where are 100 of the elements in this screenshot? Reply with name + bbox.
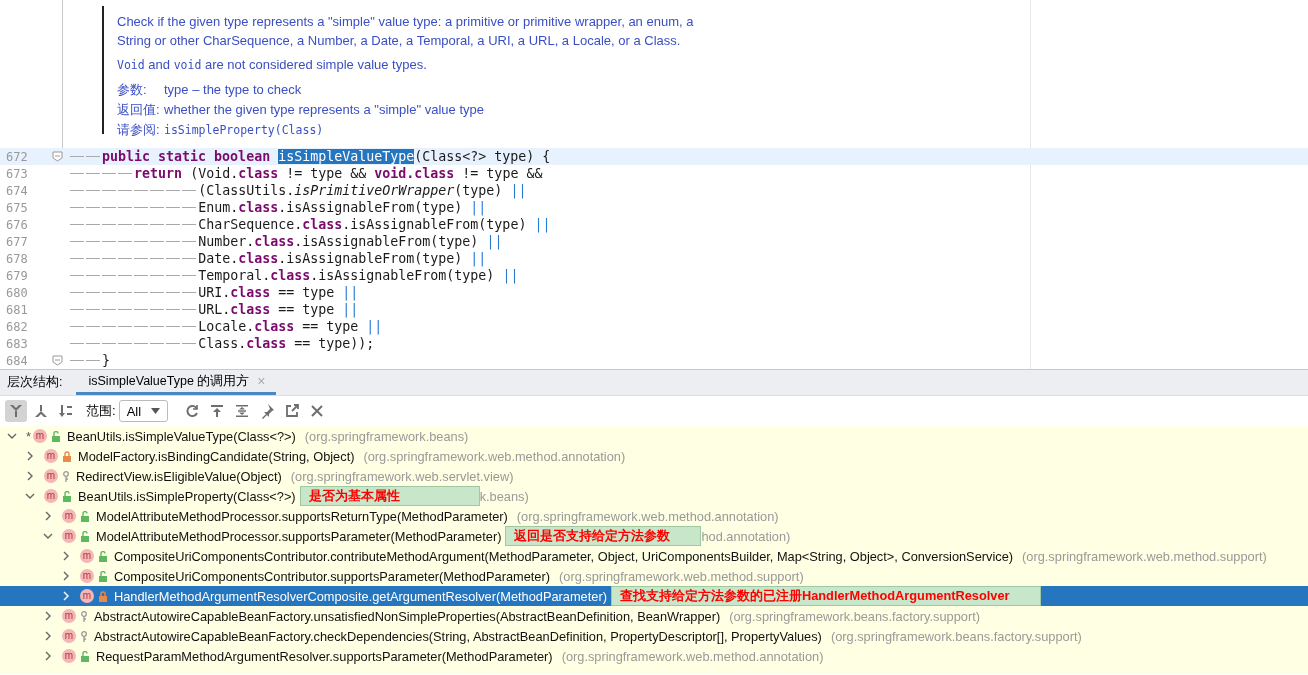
tree-row[interactable]: m HandlerMethodArgumentResolverComposite.getArgumentResolver(MethodParameter) 查找支持给定方法参数的已注册HandlerMethodArgumentResolver (0, 586, 1308, 606)
doc-tag-value: type – the type to check (164, 81, 302, 99)
doc-tag-label: 返回值: (117, 101, 161, 119)
method-name: CompositeUriComponentsContributor.contributeMethodArgument(MethodParameter, Object, UriComponentsBuilder, Map<String, Object>, ConversionService) (114, 548, 1014, 564)
method-icon: m (62, 629, 76, 643)
code-line: public static boolean isSimpleValueType(Class<?> type) { (102, 149, 551, 164)
scope-dropdown[interactable]: All (118, 400, 169, 422)
line-number: 677 (5, 234, 29, 249)
package-name: k.beans) (479, 488, 529, 504)
method-name: ModelAttributeMethodProcessor.supportsReturnType(MethodParameter) (96, 508, 508, 524)
line-number: 672 (5, 149, 29, 164)
tree-row[interactable]: m BeanUtils.isSimpleProperty(Class<?>) 是否为基本属性 k.beans) (0, 486, 1308, 506)
package-name: (org.springframework.web.servlet.view) (290, 468, 514, 484)
lock-icon (62, 450, 72, 462)
package-name: (org.springframework.beans.factory.support) (830, 628, 1082, 644)
panel-label: 层次结构: (6, 374, 64, 391)
tree-row[interactable]: m CompositeUriComponentsContributor.supportsParameter(MethodParameter) (org.springframework.web.method.support) (0, 566, 1308, 586)
method-icon: m (80, 569, 94, 583)
key-icon (62, 470, 70, 482)
method-icon: m (33, 429, 47, 443)
callee-hierarchy-button[interactable] (5, 400, 27, 422)
method-name: BeanUtils.isSimpleValueType(Class<?>) (67, 428, 296, 444)
package-name: (org.springframework.beans.factory.support) (729, 608, 980, 624)
code-line: Class.class == type)); (198, 336, 375, 351)
key-icon (80, 610, 88, 622)
code-line: Temporal.class.isAssignableFrom(type) || (198, 268, 519, 283)
method-icon: m (62, 509, 76, 523)
package-name: hod.annotation) (701, 528, 791, 544)
line-number: 683 (5, 336, 29, 351)
line-number: 682 (5, 319, 29, 334)
method-name: CompositeUriComponentsContributor.supportsParameter(MethodParameter) (114, 568, 550, 584)
method-name: AbstractAutowireCapableBeanFactory.unsatisfiedNonSimpleProperties(AbstractBeanDefinition, BeanWrapper) (94, 608, 721, 624)
doc-paragraph: Void and void are not considered simple value types. (117, 56, 428, 74)
line-number: 684 (5, 353, 29, 368)
doc-tag-label: 参数: (117, 81, 148, 99)
tree-row[interactable]: m RedirectView.isEligibleValue(Object) (org.springframework.web.servlet.view) (0, 466, 1308, 486)
method-icon: m (44, 449, 58, 463)
unlocked-icon (80, 530, 90, 542)
unlocked-icon (98, 570, 108, 582)
method-icon: m (62, 649, 76, 663)
doc-tag-value: whether the given type represents a "simple" value type (164, 101, 484, 119)
method-name: RequestParamMethodArgumentResolver.supportsParameter(MethodParameter) (96, 648, 553, 664)
tree-row[interactable]: m RequestParamMethodArgumentResolver.supportsParameter(MethodParameter) (org.springframework.web.method.annotation) (0, 646, 1308, 666)
method-name: RedirectView.isEligibleValue(Object) (76, 468, 282, 484)
annotation-note: 查找支持给定方法参数的已注册HandlerMethodArgumentResolver (610, 586, 1041, 606)
line-number: 680 (5, 285, 29, 300)
method-icon: m (44, 489, 58, 503)
tree-row[interactable]: m ModelAttributeMethodProcessor.supportsParameter(MethodParameter) 返回是否支持给定方法参数 hod.annotation) (0, 526, 1308, 546)
line-number: 681 (5, 302, 29, 317)
caret-icon (151, 408, 161, 414)
hierarchy-tab[interactable]: isSimpleValueType 的调用方 × (76, 370, 276, 395)
scope-label: 范围: (86, 402, 116, 420)
code-line: URL.class == type || (198, 302, 359, 317)
method-name: AbstractAutowireCapableBeanFactory.checkDependencies(String, AbstractBeanDefinition, PropertyDescriptor[], PropertyValues) (94, 628, 822, 644)
line-number: 678 (5, 251, 29, 266)
method-name: BeanUtils.isSimpleProperty(Class<?>) (78, 488, 296, 504)
method-name: ModelFactory.isBindingCandidate(String, Object) (78, 448, 355, 464)
method-icon: m (62, 529, 76, 543)
method-icon: m (62, 609, 76, 623)
line-number: 679 (5, 268, 29, 283)
package-name: (org.springframework.web.method.support) (1022, 548, 1267, 564)
code-line: Locale.class == type || (198, 319, 383, 334)
package-name: (org.springframework.beans) (304, 428, 469, 444)
line-number: 675 (5, 200, 29, 215)
tree-row[interactable]: m AbstractAutowireCapableBeanFactory.unsatisfiedNonSimpleProperties(AbstractBeanDefinition, BeanWrapper) (org.springframework.beans.factory.support) (0, 606, 1308, 626)
annotation-note: 是否为基本属性 (299, 486, 480, 506)
package-name: (org.springframework.web.method.annotation) (363, 448, 626, 464)
package-name: (org.springframework.web.method.annotation) (561, 648, 824, 664)
tree-row[interactable]: m CompositeUriComponentsContributor.contributeMethodArgument(MethodParameter, Object, UriComponentsBuilder, Map<String, Object>, ConversionService) (org.springframework.web.method.support) (0, 546, 1308, 566)
line-number: 674 (5, 183, 29, 198)
code-line: CharSequence.class.isAssignableFrom(type) || (198, 217, 551, 232)
method-icon: m (80, 549, 94, 563)
unlocked-icon (62, 490, 72, 502)
tree-row[interactable]: m ModelAttributeMethodProcessor.supportsReturnType(MethodParameter) (org.springframework.web.method.annotation) (0, 506, 1308, 526)
unlocked-icon (51, 430, 61, 442)
annotation-note: 返回是否支持给定方法参数 (505, 526, 702, 546)
line-number: 676 (5, 217, 29, 232)
tree-row[interactable]: m AbstractAutowireCapableBeanFactory.checkDependencies(String, AbstractBeanDefinition, PropertyDescriptor[], PropertyValues) (org.springframework.beans.factory.support) (0, 626, 1308, 646)
lock-icon (98, 590, 108, 602)
code-line: (ClassUtils.isPrimitiveOrWrapper(type) || (198, 183, 527, 198)
package-name: (org.springframework.web.method.annotation) (516, 508, 779, 524)
unlocked-icon (98, 550, 108, 562)
key-icon (80, 630, 88, 642)
code-line: Number.class.isAssignableFrom(type) || (198, 234, 503, 249)
code-line: } (102, 353, 111, 368)
package-name: (org.springframework.web.method.support) (559, 568, 804, 584)
method-name: HandlerMethodArgumentResolverComposite.getArgumentResolver(MethodParameter) (114, 588, 607, 604)
doc-paragraph: Check if the given type represents a "simple" value type: a primitive or primitive wrapper, an enum, a String or other CharSequence, a Number, a Date, a Temporal, a URI, a URL, a Locale, or a Class. (117, 13, 695, 50)
code-line: return (Void.class != type && void.class != type && (134, 166, 543, 181)
tree-row[interactable]: * m BeanUtils.isSimpleValueType(Class<?>) (org.springframework.beans) (0, 426, 1308, 446)
recursion-marker: * (26, 428, 31, 444)
code-line: URI.class == type || (198, 285, 359, 300)
unlocked-icon (80, 650, 90, 662)
method-name: ModelAttributeMethodProcessor.supportsParameter(MethodParameter) (96, 528, 502, 544)
doc-tag-label: 请参阅: (117, 121, 161, 139)
tree-row[interactable]: m ModelFactory.isBindingCandidate(String, Object) (org.springframework.web.method.annotation) (0, 446, 1308, 466)
code-line: Enum.class.isAssignableFrom(type) || (198, 200, 487, 215)
code-line: Date.class.isAssignableFrom(type) || (198, 251, 487, 266)
method-icon: m (44, 469, 58, 483)
line-number: 673 (5, 166, 29, 181)
